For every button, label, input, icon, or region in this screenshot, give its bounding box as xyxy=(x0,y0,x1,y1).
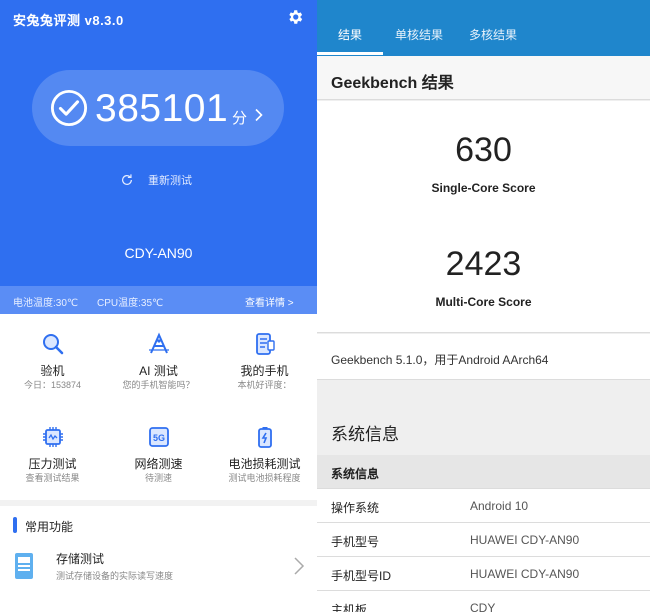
antutu-panel: 安兔兔评测 v8.3.0 385101 分 重新测试 CDY-AN90 电池温度 xyxy=(0,0,317,612)
system-info-title: 系统信息 xyxy=(331,425,399,444)
grid-item-battery-test[interactable]: 电池损耗测试 测试电池损耗程度 xyxy=(212,407,317,500)
tab-multi-core[interactable]: 多核结果 xyxy=(469,26,517,43)
cpu-temp: CPU温度:35℃ xyxy=(97,298,164,309)
row-value: CDY xyxy=(470,601,496,612)
section-title: 常用功能 xyxy=(25,520,74,534)
magnifier-icon xyxy=(43,334,64,355)
storage-icon xyxy=(15,553,33,579)
system-info-table: 系统信息 操作系统 Android 10 手机型号 HUAWEI CDY-AN9… xyxy=(317,455,650,612)
version-text: Geekbench 5.1.0，用于Android AArch64 xyxy=(331,353,549,367)
row-value: HUAWEI CDY-AN90 xyxy=(470,567,580,581)
row-key: 手机型号 xyxy=(331,535,380,549)
grid-label: 网络测速 xyxy=(134,457,183,471)
multi-core-label: Multi-Core Score xyxy=(435,295,532,309)
grid-label: 电池损耗测试 xyxy=(228,457,301,471)
row-key: 手机型号ID xyxy=(331,569,392,583)
device-name: CDY-AN90 xyxy=(124,245,193,261)
chip-icon xyxy=(43,427,63,447)
storage-sub: 测试存储设备的实际读写速度 xyxy=(56,571,174,581)
scores-card: 630 Single-Core Score 2423 Multi-Core Sc… xyxy=(317,101,650,333)
temperature-bar: 电池温度:30℃ CPU温度:35℃ 查看详情 > xyxy=(0,286,317,314)
grid-item-ai-test[interactable]: AI 测试 您的手机智能吗？ xyxy=(106,314,211,407)
row-value: Android 10 xyxy=(470,499,529,513)
row-key: 操作系统 xyxy=(331,501,380,515)
table-row: 操作系统 Android 10 xyxy=(317,489,650,523)
single-core-label: Single-Core Score xyxy=(431,181,536,195)
retest-button[interactable]: 重新测试 xyxy=(120,172,192,188)
grid-label: 验机 xyxy=(40,364,65,378)
view-detail-link[interactable]: 查看详情 > xyxy=(245,294,294,309)
active-tab-indicator xyxy=(317,52,383,55)
refresh-icon xyxy=(122,174,132,185)
tab-bar: 结果 单核结果 多核结果 xyxy=(317,0,650,56)
grid-sub: 本机好评度： xyxy=(237,380,292,390)
multi-core-score: 2423 xyxy=(445,245,522,283)
grid-item-stress-test[interactable]: 压力测试 查看测试结果 xyxy=(0,407,105,500)
section-marker xyxy=(13,517,17,533)
grid-sub: 测试电池损耗程度 xyxy=(228,473,301,483)
5g-icon: 5G xyxy=(149,427,169,447)
ai-icon xyxy=(149,332,169,354)
svg-text:5G: 5G xyxy=(153,433,165,443)
total-score-button[interactable]: 385101 分 xyxy=(32,70,284,146)
score-hero: 安兔兔评测 v8.3.0 385101 分 重新测试 CDY-AN90 xyxy=(0,0,317,286)
chevron-right-icon xyxy=(294,557,305,575)
table-row: 主机板 CDY xyxy=(317,591,650,612)
phone-info-icon xyxy=(256,333,275,355)
single-core-score: 630 xyxy=(455,131,512,169)
version-row: Geekbench 5.1.0，用于Android AArch64 xyxy=(317,334,650,380)
results-header: Geekbench 结果 xyxy=(317,56,650,100)
battery-icon xyxy=(258,427,272,448)
grid-item-inspect[interactable]: 验机 今日：153874 xyxy=(0,314,105,407)
grid-label: AI 测试 xyxy=(139,364,178,378)
row-value: HUAWEI CDY-AN90 xyxy=(470,533,580,547)
common-functions-section: 常用功能 存储测试 测试存储设备的实际读写速度 xyxy=(0,506,317,612)
grid-sub: 您的手机智能吗？ xyxy=(122,380,195,390)
grid-item-network-speed[interactable]: 5G 网络测速 待测速 xyxy=(106,407,211,500)
feature-grid: 验机 今日：153874 AI 测试 您的手机智能吗？ 我的手机 本机好评度： xyxy=(0,314,317,500)
grid-sub: 今日：153874 xyxy=(23,380,82,390)
grid-label: 压力测试 xyxy=(28,457,77,471)
table-row: 手机型号ID HUAWEI CDY-AN90 xyxy=(317,557,650,591)
tab-results[interactable]: 结果 xyxy=(338,26,362,43)
table-row: 手机型号 HUAWEI CDY-AN90 xyxy=(317,523,650,557)
table-header-row: 系统信息 xyxy=(317,455,650,489)
row-key: 主机板 xyxy=(331,603,368,612)
gear-icon[interactable] xyxy=(286,8,304,26)
results-title: Geekbench 结果 xyxy=(331,75,454,92)
score-unit: 分 xyxy=(232,110,248,127)
grid-sub: 查看测试结果 xyxy=(25,473,80,483)
app-title: 安兔兔评测 v8.3.0 xyxy=(13,13,124,28)
chevron-right-icon xyxy=(255,108,263,122)
table-header: 系统信息 xyxy=(331,467,380,481)
battery-temp: 电池温度:30℃ xyxy=(13,298,79,309)
check-circle-icon xyxy=(50,89,88,127)
grid-sub: 待测速 xyxy=(144,473,172,483)
grid-label: 我的手机 xyxy=(240,364,289,378)
grid-item-my-phone[interactable]: 我的手机 本机好评度： xyxy=(212,314,317,407)
tab-single-core[interactable]: 单核结果 xyxy=(395,26,443,43)
retest-label: 重新测试 xyxy=(148,175,192,187)
storage-label: 存储测试 xyxy=(56,552,105,566)
total-score: 385101 xyxy=(95,87,229,130)
geekbench-panel: 结果 单核结果 多核结果 Geekbench 结果 630 Single-Cor… xyxy=(317,0,650,612)
